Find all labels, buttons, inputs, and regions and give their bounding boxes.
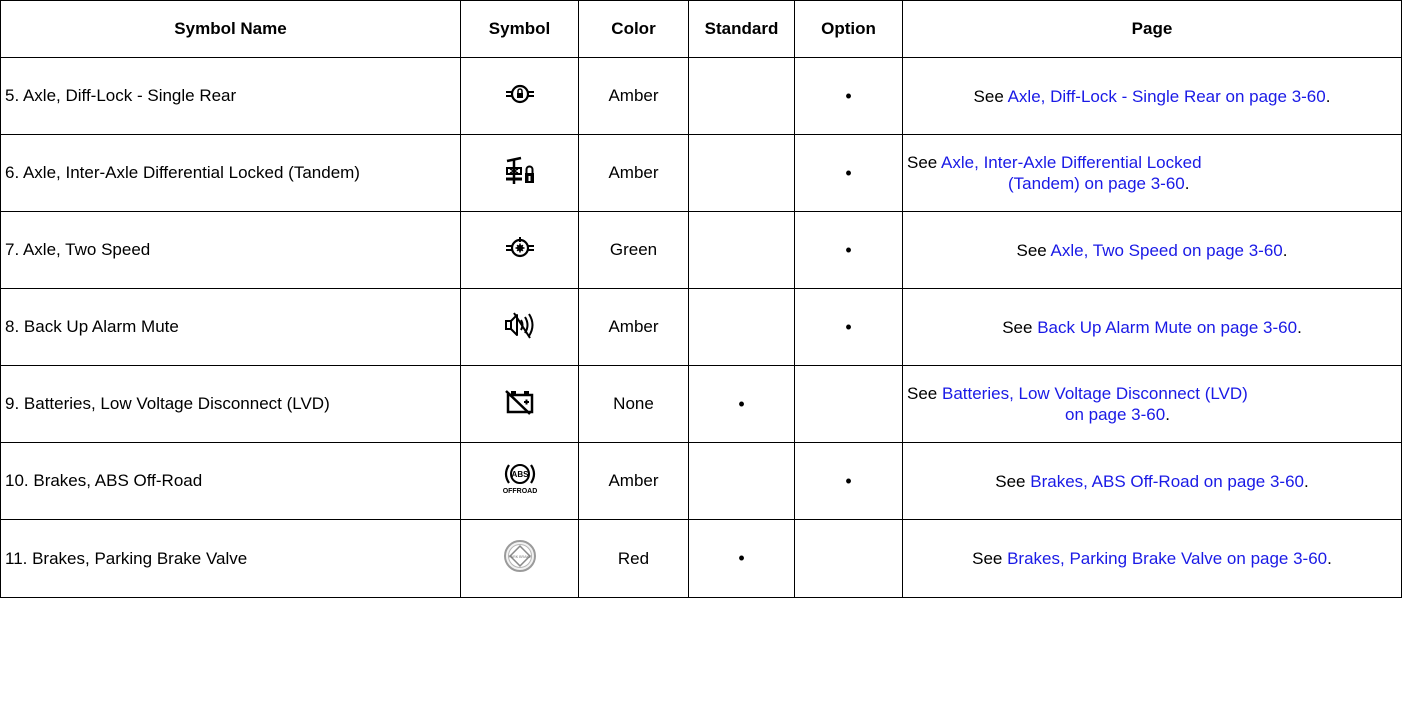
period-text: . bbox=[1184, 174, 1190, 193]
table-row: 8. Back Up Alarm Mute Amber • See Back U… bbox=[0, 288, 1402, 366]
standard-cell bbox=[688, 57, 795, 135]
page-link-continued[interactable]: on page 3-60 bbox=[1065, 405, 1165, 424]
period-text: . bbox=[1282, 240, 1288, 260]
table-row: 9. Batteries, Low Voltage Disconnect (LV… bbox=[0, 365, 1402, 443]
symbol-name-cell: 8. Back Up Alarm Mute bbox=[0, 288, 461, 366]
symbol-cell bbox=[460, 57, 579, 135]
page-link[interactable]: Brakes, Parking Brake Valve on page 3-60 bbox=[1007, 549, 1327, 568]
alarm-mute-icon bbox=[504, 311, 536, 344]
see-text: See bbox=[1016, 240, 1051, 260]
abs-offroad-icon: ABS OFFROAD bbox=[500, 462, 540, 501]
header-page: Page bbox=[902, 0, 1402, 58]
color-cell: None bbox=[578, 365, 689, 443]
color-cell: Amber bbox=[578, 442, 689, 520]
symbol-name-cell: 5. Axle, Diff-Lock - Single Rear bbox=[0, 57, 461, 135]
page-cell: See Brakes, Parking Brake Valve on page … bbox=[902, 519, 1402, 598]
svg-text:OFFROAD: OFFROAD bbox=[502, 488, 537, 495]
table-header-row: Symbol Name Symbol Color Standard Option… bbox=[0, 0, 1402, 58]
see-text: See bbox=[1002, 317, 1038, 337]
period-text: . bbox=[1327, 549, 1332, 568]
page-cell: See Axle, Two Speed on page 3-60. bbox=[902, 211, 1402, 289]
page-cell: See Brakes, ABS Off-Road on page 3-60. bbox=[902, 442, 1402, 520]
page-link[interactable]: Axle, Two Speed on page 3-60 bbox=[1051, 241, 1283, 260]
option-cell bbox=[794, 365, 903, 443]
table-row: 11. Brakes, Parking Brake Valve PARK BRA… bbox=[0, 519, 1402, 598]
symbol-name-cell: 11. Brakes, Parking Brake Valve bbox=[0, 519, 461, 598]
page-cell: See Batteries, Low Voltage Disconnect (L… bbox=[902, 365, 1402, 443]
table-row: 5. Axle, Diff-Lock - Single Rear Amber •… bbox=[0, 57, 1402, 135]
page-link-continued[interactable]: (Tandem) on page 3-60 bbox=[1008, 174, 1185, 193]
color-cell: Amber bbox=[578, 134, 689, 212]
table-row: 7. Axle, Two Speed Green • See Axle, Two… bbox=[0, 211, 1402, 289]
option-cell bbox=[794, 519, 903, 598]
color-cell: Amber bbox=[578, 57, 689, 135]
symbol-name-cell: 10. Brakes, ABS Off-Road bbox=[0, 442, 461, 520]
option-cell: • bbox=[794, 211, 903, 289]
see-text: See bbox=[995, 471, 1031, 491]
color-cell: Red bbox=[578, 519, 689, 598]
diff-lock-single-rear-icon bbox=[505, 83, 535, 110]
see-text: See bbox=[907, 153, 942, 172]
symbol-cell bbox=[460, 288, 579, 366]
standard-cell bbox=[688, 288, 795, 366]
axle-two-speed-icon bbox=[505, 236, 535, 265]
see-text: See bbox=[973, 86, 1008, 106]
symbol-cell bbox=[460, 365, 579, 443]
page-link[interactable]: Back Up Alarm Mute on page 3-60 bbox=[1037, 318, 1297, 337]
symbol-cell bbox=[460, 134, 579, 212]
svg-text:ABS: ABS bbox=[511, 470, 529, 479]
symbol-name-cell: 9. Batteries, Low Voltage Disconnect (LV… bbox=[0, 365, 461, 443]
header-standard: Standard bbox=[688, 0, 795, 58]
svg-text:PARK BRAKE: PARK BRAKE bbox=[508, 555, 531, 559]
see-text: See bbox=[972, 549, 1008, 568]
page-link[interactable]: Batteries, Low Voltage Disconnect (LVD) bbox=[942, 384, 1248, 403]
period-text: . bbox=[1304, 471, 1309, 491]
standard-cell bbox=[688, 211, 795, 289]
standard-cell bbox=[688, 134, 795, 212]
page-cell: See Axle, Diff-Lock - Single Rear on pag… bbox=[902, 57, 1402, 135]
standard-cell bbox=[688, 442, 795, 520]
parking-brake-valve-icon: PARK BRAKE bbox=[503, 539, 537, 578]
symbol-table: Symbol Name Symbol Color Standard Option… bbox=[0, 0, 1402, 598]
page-cell: See Axle, Inter-Axle Differential Locked… bbox=[902, 134, 1402, 212]
standard-cell: • bbox=[688, 519, 795, 598]
option-cell: • bbox=[794, 442, 903, 520]
page-link[interactable]: Axle, Inter-Axle Differential Locked bbox=[941, 153, 1201, 172]
symbol-cell: ABS OFFROAD bbox=[460, 442, 579, 520]
color-cell: Green bbox=[578, 211, 689, 289]
inter-axle-diff-lock-icon bbox=[504, 156, 536, 191]
header-color: Color bbox=[578, 0, 689, 58]
period-text: . bbox=[1165, 405, 1170, 424]
standard-cell: • bbox=[688, 365, 795, 443]
option-cell: • bbox=[794, 288, 903, 366]
header-symbol: Symbol bbox=[460, 0, 579, 58]
battery-disconnect-icon bbox=[504, 389, 535, 420]
period-text: . bbox=[1325, 86, 1331, 106]
page-link[interactable]: Brakes, ABS Off-Road on page 3-60 bbox=[1030, 472, 1304, 491]
symbol-name-cell: 7. Axle, Two Speed bbox=[0, 211, 461, 289]
table-row: 6. Axle, Inter-Axle Differential Locked … bbox=[0, 134, 1402, 212]
page-cell: See Back Up Alarm Mute on page 3-60. bbox=[902, 288, 1402, 366]
symbol-cell: PARK BRAKE bbox=[460, 519, 579, 598]
page-link[interactable]: Axle, Diff-Lock - Single Rear on page 3-… bbox=[1008, 87, 1326, 106]
color-cell: Amber bbox=[578, 288, 689, 366]
symbol-name-cell: 6. Axle, Inter-Axle Differential Locked … bbox=[0, 134, 461, 212]
option-cell: • bbox=[794, 57, 903, 135]
option-cell: • bbox=[794, 134, 903, 212]
period-text: . bbox=[1297, 317, 1302, 337]
table-row: 10. Brakes, ABS Off-Road ABS OFFROAD Amb… bbox=[0, 442, 1402, 520]
see-text: See bbox=[907, 384, 942, 403]
header-option: Option bbox=[794, 0, 903, 58]
symbol-cell bbox=[460, 211, 579, 289]
header-symbol-name: Symbol Name bbox=[0, 0, 461, 58]
